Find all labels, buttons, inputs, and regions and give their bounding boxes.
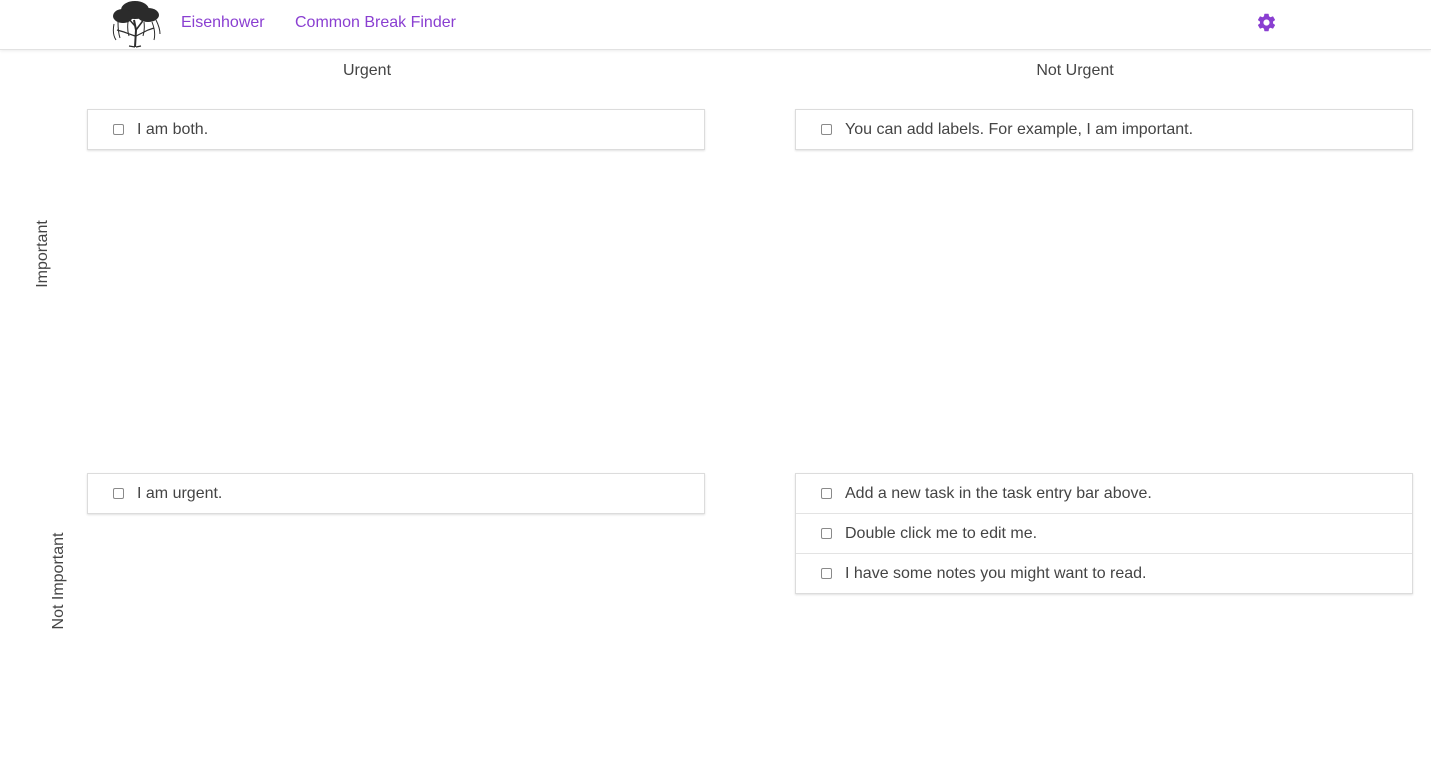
task-list: Add a new task in the task entry bar abo… (795, 473, 1413, 594)
task-checkbox[interactable] (113, 488, 124, 499)
column-header-urgent: Urgent (342, 62, 392, 79)
task-text[interactable]: You can add labels. For example, I am im… (845, 121, 1193, 139)
task-text[interactable]: I am urgent. (137, 485, 222, 503)
top-navbar: Eisenhower Common Break Finder (0, 0, 1431, 50)
quadrant-urgent-not-important: I am urgent. (87, 473, 705, 514)
task-text[interactable]: Double click me to edit me. (845, 525, 1037, 543)
task-checkbox[interactable] (113, 124, 124, 135)
task-checkbox[interactable] (821, 124, 832, 135)
column-header-not-urgent: Not Urgent (1036, 62, 1114, 79)
task-checkbox[interactable] (821, 528, 832, 539)
task-list: I am urgent. (87, 473, 705, 514)
quadrant-not-urgent-important: You can add labels. For example, I am im… (795, 109, 1413, 150)
nav-link-eisenhower[interactable]: Eisenhower (181, 14, 265, 32)
task-checkbox[interactable] (821, 488, 832, 499)
task-text[interactable]: I have some notes you might want to read… (845, 565, 1147, 583)
nav-link-common-break-finder[interactable]: Common Break Finder (295, 14, 456, 32)
task-list: I am both. (87, 109, 705, 150)
quadrant-urgent-important: I am both. (87, 109, 705, 150)
task-text[interactable]: Add a new task in the task entry bar abo… (845, 485, 1152, 503)
task-checkbox[interactable] (821, 568, 832, 579)
task-item[interactable]: You can add labels. For example, I am im… (796, 110, 1412, 149)
tree-logo-icon[interactable] (108, 0, 164, 48)
quadrant-not-urgent-not-important: Add a new task in the task entry bar abo… (795, 473, 1413, 594)
task-item[interactable]: I am urgent. (88, 474, 704, 513)
task-item[interactable]: Double click me to edit me. (796, 514, 1412, 554)
row-label-not-important: Not Important (50, 532, 67, 630)
task-item[interactable]: I am both. (88, 110, 704, 149)
task-item[interactable]: I have some notes you might want to read… (796, 554, 1412, 593)
gear-icon[interactable] (1256, 12, 1277, 33)
task-item[interactable]: Add a new task in the task entry bar abo… (796, 474, 1412, 514)
task-text[interactable]: I am both. (137, 121, 208, 139)
row-label-important: Important (34, 220, 51, 288)
task-list: You can add labels. For example, I am im… (795, 109, 1413, 150)
